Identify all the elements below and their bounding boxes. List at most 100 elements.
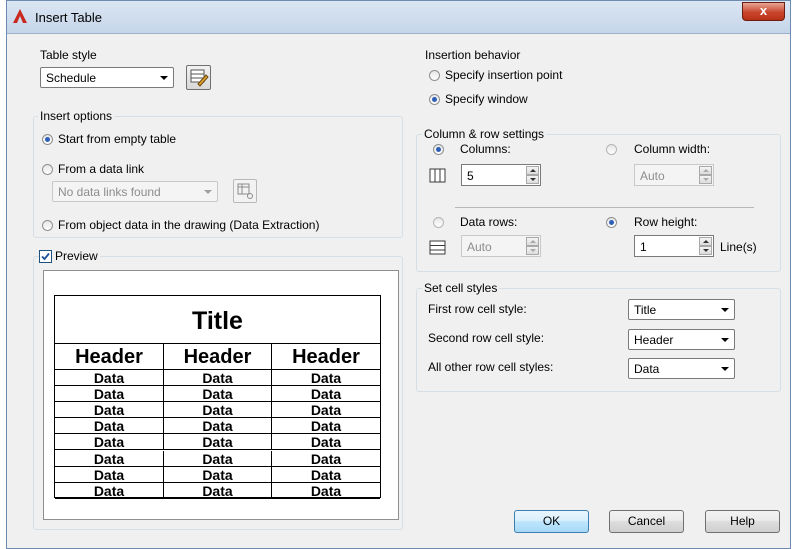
row-height-radio[interactable]	[606, 217, 617, 228]
preview-data-cell: Data	[55, 402, 164, 419]
preview-data-cell: Data	[55, 450, 164, 467]
preview-data-cell: Data	[55, 386, 164, 403]
chevron-down-icon	[721, 367, 729, 371]
insert-options-legend: Insert options	[38, 109, 115, 123]
column-width-spinner[interactable]: Auto	[634, 164, 714, 186]
preview-data-cell: Data	[164, 482, 272, 499]
dialog-body: Table style Schedule Insert options Star…	[9, 34, 788, 544]
preview-checkbox[interactable]	[39, 250, 52, 263]
specify-window-radio[interactable]	[429, 94, 440, 105]
insertion-behavior-legend: Insertion behavior	[425, 48, 521, 62]
title-bar[interactable]: Insert Table x	[7, 1, 790, 34]
preview-data-cell: Data	[55, 482, 164, 499]
preview-data-cell: Data	[164, 386, 272, 403]
ok-button[interactable]: OK	[514, 510, 589, 533]
data-link-manager-button[interactable]	[233, 179, 257, 203]
preview-header-cell: Header	[164, 344, 272, 370]
preview-data-cell: Data	[272, 434, 380, 451]
spin-down-icon[interactable]	[699, 175, 712, 184]
columns-icon	[429, 168, 446, 183]
preview-data-cell: Data	[164, 370, 272, 387]
columns-radio[interactable]	[433, 144, 444, 155]
spin-down-icon[interactable]	[699, 246, 712, 255]
spin-up-icon[interactable]	[526, 166, 539, 175]
spin-up-icon[interactable]	[526, 237, 539, 246]
preview-data-cell: Data	[272, 370, 380, 387]
autocad-logo-icon	[13, 9, 27, 23]
preview-data-cell: Data	[272, 418, 380, 435]
insert-table-dialog: Insert Table x Table style Schedule Inse…	[6, 0, 791, 549]
table-style-icon	[190, 69, 209, 87]
table-style-select[interactable]: Schedule	[40, 67, 174, 88]
spin-down-icon[interactable]	[526, 246, 539, 255]
column-width-radio[interactable]	[606, 144, 617, 155]
row-height-spinner[interactable]: 1	[634, 235, 714, 257]
from-object-data-label[interactable]: From object data in the drawing (Data Ex…	[58, 218, 319, 232]
help-button[interactable]: Help	[705, 510, 780, 533]
preview-data-cell: Data	[164, 466, 272, 483]
start-empty-radio[interactable]	[42, 134, 53, 145]
preview-data-cell: Data	[55, 370, 164, 387]
other-rows-style-label: All other row cell styles:	[428, 360, 554, 374]
preview-data-cell: Data	[55, 418, 164, 435]
start-empty-label[interactable]: Start from empty table	[58, 132, 176, 146]
column-width-label: Column width:	[634, 142, 711, 156]
from-object-data-radio[interactable]	[42, 220, 53, 231]
preview-header-cell: Header	[55, 344, 164, 370]
preview-data-cell: Data	[55, 466, 164, 483]
close-button[interactable]: x	[742, 2, 785, 21]
preview-data-cell: Data	[272, 483, 380, 499]
row-height-label: Row height:	[634, 215, 698, 229]
preview-data-cell: Data	[272, 402, 380, 419]
spin-down-icon[interactable]	[526, 175, 539, 184]
preview-data-cell: Data	[164, 434, 272, 451]
row-height-value: 1	[640, 240, 647, 254]
second-row-style-value: Header	[634, 333, 674, 347]
data-link-select[interactable]: No data links found	[52, 181, 218, 202]
second-row-style-select[interactable]: Header	[628, 329, 735, 350]
chevron-down-icon	[721, 338, 729, 342]
table-style-legend: Table style	[40, 48, 97, 62]
data-link-value: No data links found	[58, 185, 161, 199]
spin-up-icon[interactable]	[699, 237, 712, 246]
other-rows-style-select[interactable]: Data	[628, 358, 735, 379]
preview-table: Title Header Header Header Data Data Data Data…	[54, 295, 381, 499]
data-rows-label: Data rows:	[460, 215, 518, 229]
preview-data-cell: Data	[164, 402, 272, 419]
column-row-legend: Column & row settings	[422, 127, 547, 141]
specify-point-radio[interactable]	[429, 70, 440, 81]
preview-data-cell: Data	[164, 450, 272, 467]
dialog-title: Insert Table	[35, 10, 102, 25]
first-row-style-select[interactable]: Title	[628, 299, 735, 320]
preview-header-cell: Header	[272, 344, 380, 370]
table-style-dialog-button[interactable]	[186, 65, 211, 90]
from-data-link-radio[interactable]	[42, 164, 53, 175]
preview-data-cell: Data	[272, 386, 380, 403]
chevron-down-icon	[721, 308, 729, 312]
cancel-button[interactable]: Cancel	[609, 510, 684, 533]
rows-icon	[429, 240, 446, 255]
table-style-value: Schedule	[46, 71, 97, 85]
first-row-style-label: First row cell style:	[428, 302, 527, 316]
data-rows-radio[interactable]	[433, 217, 444, 228]
from-data-link-label[interactable]: From a data link	[58, 162, 144, 176]
preview-table-title: Title	[55, 296, 380, 344]
column-width-value: Auto	[640, 169, 665, 183]
preview-label[interactable]: Preview	[53, 249, 100, 263]
spin-up-icon[interactable]	[699, 166, 712, 175]
preview-data-cell: Data	[272, 467, 380, 483]
chevron-down-icon	[160, 76, 168, 80]
cell-styles-legend: Set cell styles	[422, 281, 500, 295]
first-row-style-value: Title	[634, 303, 657, 317]
specify-point-label[interactable]: Specify insertion point	[445, 68, 562, 82]
checkmark-icon	[41, 252, 50, 261]
other-rows-style-value: Data	[634, 362, 660, 376]
columns-value: 5	[467, 169, 474, 183]
data-rows-spinner[interactable]: Auto	[461, 235, 541, 257]
columns-spinner[interactable]: 5	[461, 164, 541, 186]
column-row-divider	[455, 207, 754, 208]
chevron-down-icon	[204, 190, 212, 194]
specify-window-label[interactable]: Specify window	[445, 92, 528, 106]
preview-data-cell: Data	[164, 418, 272, 435]
preview-data-cell: Data	[272, 451, 380, 467]
